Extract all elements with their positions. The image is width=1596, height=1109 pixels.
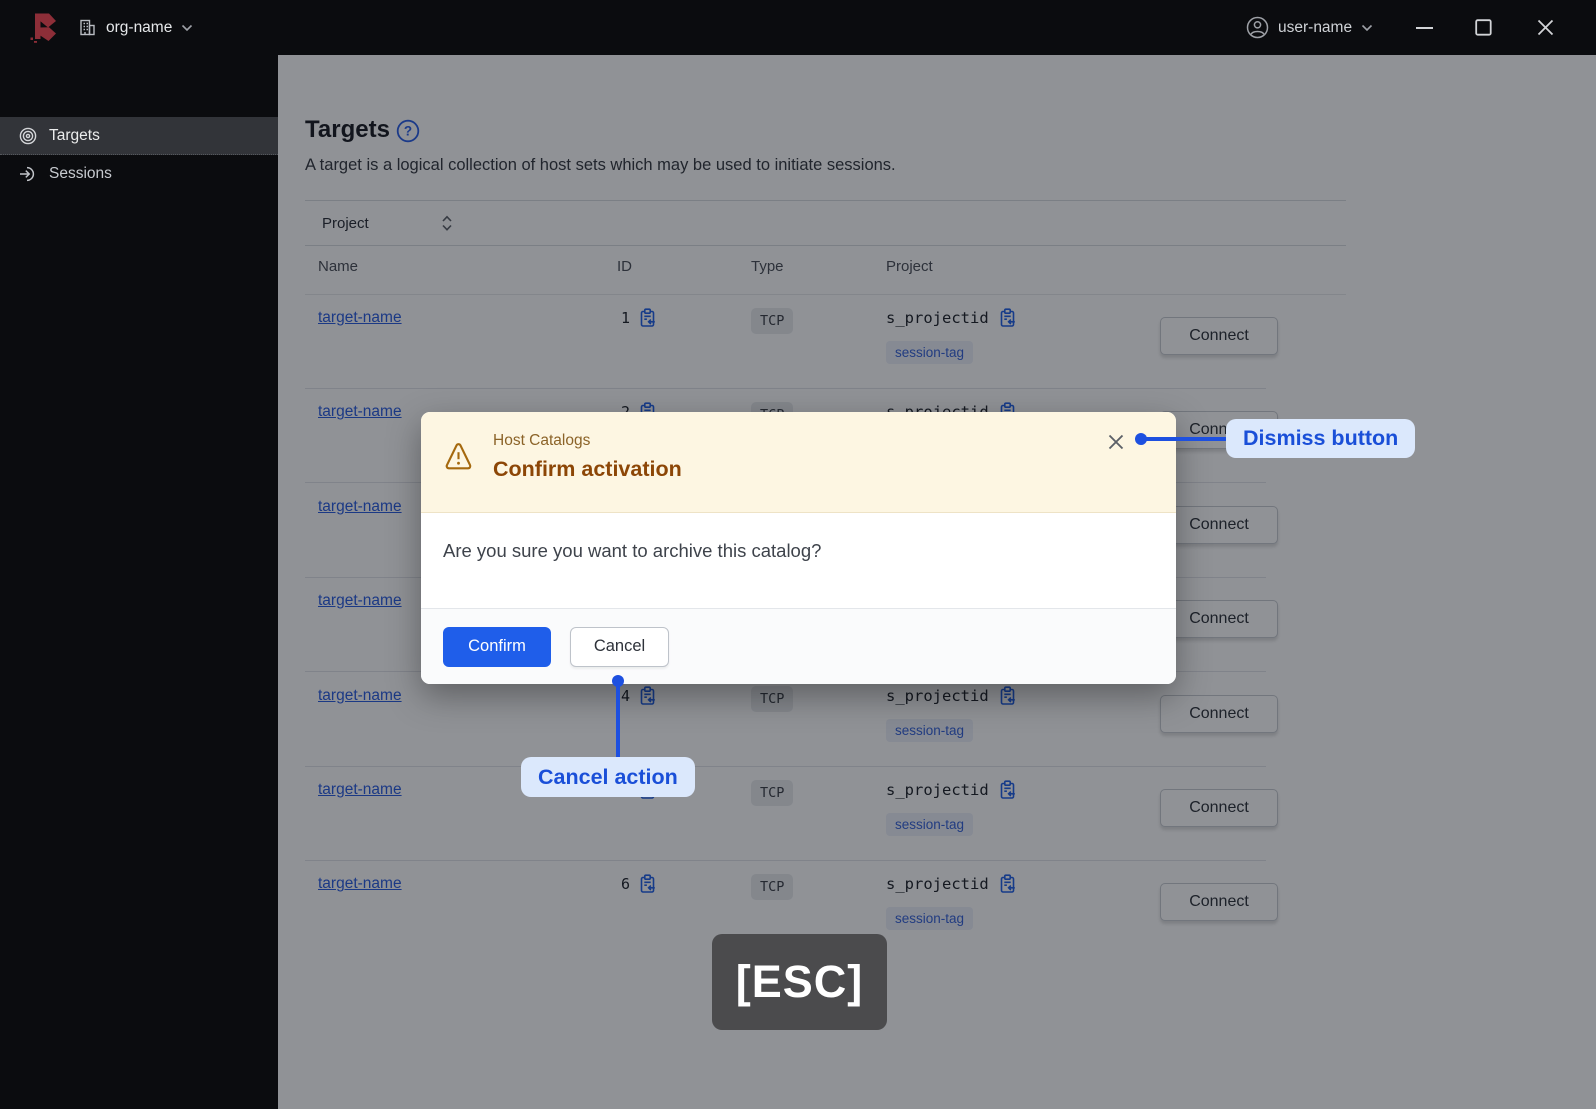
annotation-connector-line <box>1141 437 1229 441</box>
window-maximize-button[interactable] <box>1466 0 1500 55</box>
dialog-message: Are you sure you want to archive this ca… <box>443 540 822 561</box>
org-scope-dropdown[interactable]: org-name <box>78 0 193 55</box>
user-menu-dropdown[interactable]: user-name <box>1246 0 1373 55</box>
chevron-down-icon <box>1362 24 1373 31</box>
sidebar-item-targets[interactable]: Targets <box>0 117 278 155</box>
user-name-label: user-name <box>1278 18 1353 36</box>
sidebar-item-sessions[interactable]: Sessions <box>0 155 278 193</box>
org-name-label: org-name <box>106 18 173 36</box>
dialog-dismiss-button[interactable] <box>1103 429 1129 455</box>
dialog-warning-header: Host Catalogs Confirm activation <box>421 412 1176 513</box>
boundary-app-window: org-name user-name Targets Sessions Targ… <box>0 0 1596 1109</box>
target-bullseye-icon <box>19 127 37 144</box>
annotation-connector-line <box>616 681 620 757</box>
window-close-button[interactable] <box>1528 0 1562 55</box>
cancel-button[interactable]: Cancel <box>570 626 669 667</box>
window-minimize-button[interactable] <box>1408 0 1442 55</box>
esc-key-badge: [ESC] <box>712 934 887 1030</box>
org-building-icon <box>80 19 95 36</box>
sidebar-item-label: Sessions <box>49 165 112 182</box>
chevron-down-icon <box>182 24 193 31</box>
boundary-logo-icon <box>30 13 56 43</box>
dialog-tagline: Host Catalogs <box>493 432 591 449</box>
session-login-icon <box>20 166 35 182</box>
warning-triangle-icon <box>445 443 472 470</box>
dialog-footer: Confirm Cancel <box>421 608 1176 684</box>
user-avatar-icon <box>1246 16 1269 39</box>
dialog-title: Confirm activation <box>493 457 682 481</box>
close-x-icon <box>1108 434 1124 450</box>
titlebar: org-name user-name <box>0 0 1596 55</box>
sidebar-item-label: Targets <box>49 126 100 144</box>
sidebar: Targets Sessions <box>0 55 278 1109</box>
annotation-cancel-label: Cancel action <box>521 757 695 797</box>
annotation-dismiss-label: Dismiss button <box>1226 419 1416 458</box>
confirm-dialog: Host Catalogs Confirm activation Are you… <box>421 412 1176 684</box>
confirm-button[interactable]: Confirm <box>443 626 551 667</box>
